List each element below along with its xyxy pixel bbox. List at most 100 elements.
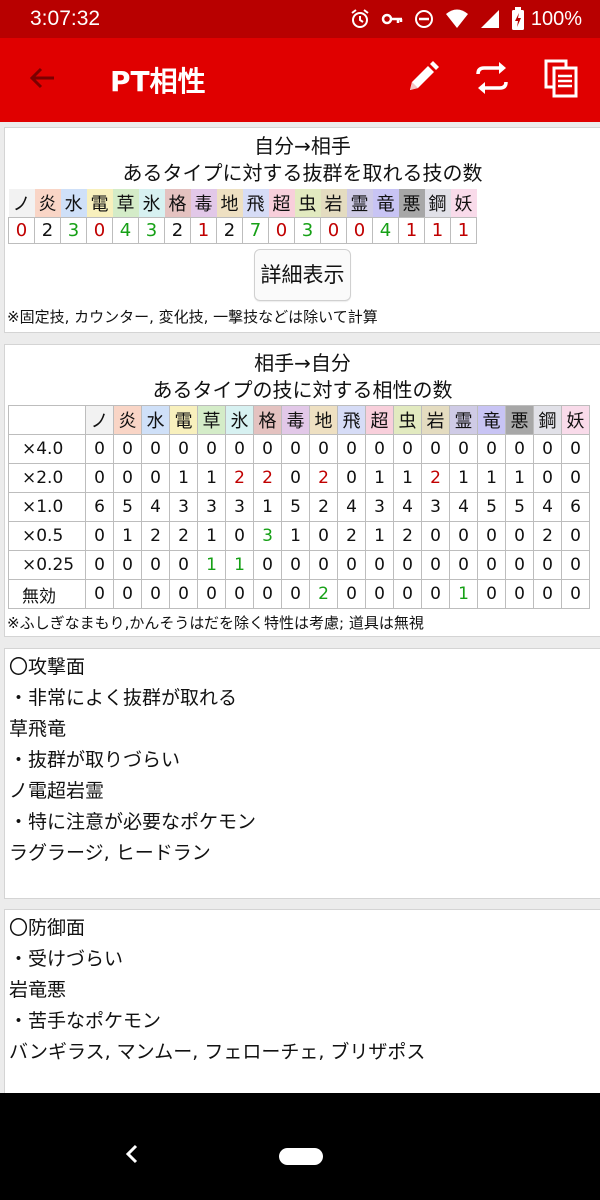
defense-count: 0 [225,521,254,551]
offense-count: 4 [372,217,399,244]
defense-count: 0 [533,579,562,609]
do-not-disturb-icon [413,8,435,30]
defense-count: 0 [197,579,226,609]
defense-count: 0 [113,463,142,493]
battery-icon [511,7,525,31]
type-header: 炎 [34,189,61,218]
table-row: 無効 0 0 0 0 0 0 0 0 2 0 0 0 0 1 0 0 0 0 [8,579,590,609]
defense-count: 5 [505,492,534,522]
defense-count: 2 [421,463,450,493]
type-header: 毒 [281,405,310,435]
edit-button[interactable] [398,56,446,104]
defense-count: 2 [169,521,198,551]
defense-count: 0 [141,550,170,580]
defense-count: 0 [561,550,590,580]
type-header: 虫 [294,189,321,218]
weak-label: ・苦手なポケモン [9,1010,162,1032]
defense-count: 0 [365,434,394,464]
type-header: 炎 [113,405,142,435]
defense-count: 2 [309,492,338,522]
defense-count: 1 [197,521,226,551]
offense-card: 自分→相手 あるタイプに対する抜群を取れる技の数 ノ炎水電草氷格毒地飛超虫岩霊竜… [4,127,600,333]
multiplier-label: ×0.25 [8,550,86,580]
defense-count: 1 [253,492,282,522]
defense-count: 1 [197,463,226,493]
defense-title: 相手→自分 [254,351,351,375]
defense-count: 4 [449,492,478,522]
nav-back-icon[interactable] [122,1142,142,1166]
page-title: PT相性 [110,65,206,98]
type-header: 格 [253,405,282,435]
type-header: 氷 [138,189,165,218]
defense-count: 1 [197,550,226,580]
defense-count: 0 [225,579,254,609]
defense-summary-card: 〇防御面 ・受けづらい 岩竜悪 ・苦手なポケモン バンギラス, マンムー, フェ… [4,909,600,1094]
offense-count: 0 [268,217,295,244]
defense-count: 3 [365,492,394,522]
defense-count: 0 [113,434,142,464]
type-header: 地 [309,405,338,435]
defense-count: 1 [281,521,310,551]
defense-count: 1 [225,550,254,580]
defense-count: 0 [561,521,590,551]
good-label: ・非常によく抜群が取れる [9,687,238,709]
defense-count: 3 [197,492,226,522]
defense-count: 0 [113,550,142,580]
offense-count: 0 [86,217,113,244]
pencil-icon [402,58,442,102]
arrow-back-icon [27,63,57,97]
defense-subtitle: あるタイプの技に対する相性の数 [152,378,453,402]
defense-count: 3 [225,492,254,522]
defense-count: 0 [309,434,338,464]
defense-count: 1 [505,463,534,493]
offense-count: 0 [320,217,347,244]
type-header: 虫 [393,405,422,435]
defense-count: 6 [85,492,114,522]
defense-count: 1 [477,463,506,493]
defense-count: 0 [85,521,114,551]
defense-count: 2 [309,463,338,493]
defense-count: 0 [561,434,590,464]
defense-count: 0 [197,434,226,464]
defense-count: 0 [169,579,198,609]
defense-count: 0 [477,434,506,464]
offense-count: 0 [8,217,35,244]
type-header: 悪 [505,405,534,435]
type-header: 竜 [477,405,506,435]
defense-count: 0 [141,463,170,493]
copy-button[interactable] [538,56,586,104]
defense-count: 0 [421,550,450,580]
defense-count: 0 [281,550,310,580]
nav-home-pill[interactable] [279,1148,323,1165]
table-row: ×2.0 0 0 0 1 1 2 2 0 2 0 1 1 2 1 1 1 0 0 [8,463,590,493]
back-button[interactable] [12,50,72,110]
defense-count: 0 [421,579,450,609]
defense-count: 5 [281,492,310,522]
defense-count: 2 [253,463,282,493]
sync-button[interactable] [468,56,516,104]
type-header: 水 [60,189,87,218]
copy-icon [542,58,582,102]
type-header: 格 [164,189,191,218]
detail-button[interactable]: 詳細表示 [254,249,351,301]
offense-table: ノ炎水電草氷格毒地飛超虫岩霊竜悪鋼妖 023043212703004111 [8,189,477,244]
defense-count: 0 [141,579,170,609]
multiplier-label: ×2.0 [8,463,86,493]
defense-count: 3 [169,492,198,522]
offense-count: 3 [294,217,321,244]
type-header: 鋼 [533,405,562,435]
defense-count: 0 [449,434,478,464]
caution-label: ・特に注意が必要なポケモン [9,811,257,833]
table-row: ×0.25 0 0 0 0 1 1 0 0 0 0 0 0 0 0 0 0 0 0 [8,550,590,580]
type-header: 超 [268,189,295,218]
multiplier-label: ×1.0 [8,492,86,522]
defense-note: ※ふしぎなまもり,かんそうはだを除く特性は考慮; 道具は無視 [7,614,424,632]
good-types: 草飛竜 [9,718,67,740]
type-header: 霊 [346,189,373,218]
defense-count: 0 [85,550,114,580]
defense-count: 0 [337,579,366,609]
defense-count: 1 [169,463,198,493]
type-header: 飛 [337,405,366,435]
defense-count: 2 [533,521,562,551]
offense-title: 自分→相手 [254,134,351,158]
